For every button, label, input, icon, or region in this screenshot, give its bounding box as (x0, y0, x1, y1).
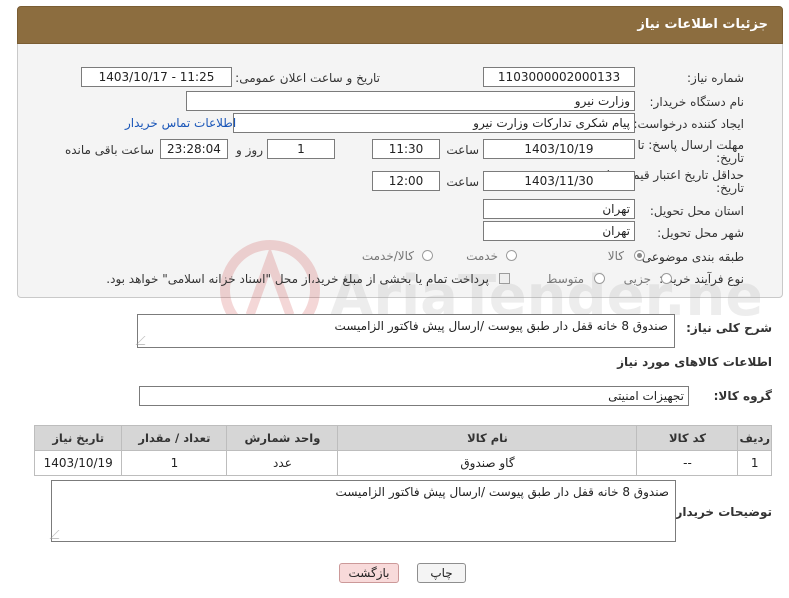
days-label: روز و (236, 143, 263, 157)
announce-datetime-field: 1403/10/17 - 11:25 (81, 67, 232, 87)
category-both-radio[interactable] (422, 250, 433, 261)
buyer-notes-label: توضیحات خریدار: (670, 505, 772, 519)
cell-unit: عدد (226, 450, 339, 476)
price-date-field: 1403/11/30 (483, 171, 635, 191)
buyer-notes-text: صندوق 8 خانه قفل دار طبق پیوست /ارسال پی… (335, 485, 669, 499)
remaining-time-label: ساعت باقی مانده (64, 143, 154, 157)
creator-label: ایجاد کننده درخواست: (633, 117, 744, 131)
category-both-label: کالا/خدمت (361, 249, 414, 263)
panel-header: جزئیات اطلاعات نیاز (17, 6, 783, 44)
treasury-payment-note: پرداخت تمام یا بخشی از مبلغ خرید،از محل … (106, 272, 489, 286)
process-medium-label: متوسط (546, 272, 584, 286)
reply-hour-label: ساعت (446, 143, 479, 157)
treasury-payment-checkbox[interactable] (499, 273, 510, 284)
process-medium-radio[interactable] (594, 273, 605, 284)
cell-date: 1403/10/19 (33, 450, 123, 476)
col-row: ردیف (737, 425, 772, 451)
description-text: صندوق 8 خانه قفل دار طبق پیوست /ارسال پی… (334, 319, 668, 333)
resize-handle-icon[interactable] (49, 530, 68, 539)
process-small-label: جزیی (623, 272, 651, 286)
description-label: شرح کلی نیاز: (686, 321, 772, 335)
reply-deadline-label: مهلت ارسال پاسخ: تا (637, 138, 744, 152)
cell-row: 1 (737, 450, 772, 476)
city-field: تهران (483, 221, 635, 241)
buyer-notes-textbox[interactable]: صندوق 8 خانه قفل دار طبق پیوست /ارسال پی… (49, 480, 676, 542)
reply-time-field: 11:30 (372, 139, 440, 159)
cell-code: -- (636, 450, 739, 476)
days-field: 1 (267, 139, 335, 159)
col-code: کد کالا (636, 425, 739, 451)
goods-group-label: گروه کالا: (713, 389, 772, 403)
province-label: استان محل تحویل: (649, 204, 744, 218)
cell-quantity: 1 (121, 450, 228, 476)
cell-name: گاو صندوق (337, 450, 638, 476)
price-time-field: 12:00 (372, 171, 440, 191)
need-number-field: 1103000002000133 (483, 67, 635, 87)
category-goods-radio[interactable] (634, 250, 645, 261)
col-date: تاریخ نیاز (33, 425, 123, 451)
goods-table-header: ردیف کد کالا نام کالا واحد شمارش تعداد /… (33, 425, 772, 451)
category-goods-label: کالا (607, 249, 624, 263)
city-label: شهر محل تحویل: (657, 226, 744, 240)
col-name: نام کالا (337, 425, 638, 451)
buyer-org-label: نام دستگاه خریدار: (649, 95, 745, 109)
goods-info-title: اطلاعات کالاهای مورد نیاز (617, 355, 772, 369)
reply-date-field: 1403/10/19 (483, 139, 635, 159)
process-small-radio[interactable] (661, 273, 672, 284)
category-service-label: خدمت (466, 249, 498, 263)
category-label: طبقه بندی موضوعی: (637, 250, 744, 264)
creator-field: پیام شکری تدارکات وزارت نیرو (233, 113, 635, 133)
price-hour-label: ساعت (446, 175, 479, 189)
table-row: 1 -- گاو صندوق عدد 1 1403/10/19 (33, 450, 772, 476)
col-quantity: تعداد / مقدار (121, 425, 228, 451)
reply-deadline-label-date: تاریخ: (716, 151, 744, 165)
col-unit: واحد شمارش (226, 425, 339, 451)
buyer-contact-link[interactable]: اطلاعات تماس خریدار (125, 116, 236, 130)
print-button[interactable]: چاپ (417, 563, 466, 583)
province-field: تهران (483, 199, 635, 219)
resize-handle-icon[interactable] (135, 336, 154, 345)
announce-datetime-label: تاریخ و ساعت اعلان عمومی: (235, 71, 380, 85)
buyer-org-field: وزارت نیرو (186, 91, 635, 111)
need-number-label: شماره نیاز: (687, 71, 744, 85)
price-deadline-label-date: تاریخ: (716, 181, 744, 195)
description-textbox[interactable]: صندوق 8 خانه قفل دار طبق پیوست /ارسال پی… (135, 314, 675, 348)
goods-table: ردیف کد کالا نام کالا واحد شمارش تعداد /… (33, 425, 772, 476)
remaining-time-field: 23:28:04 (160, 139, 228, 159)
back-button[interactable]: بازگشت (339, 563, 399, 583)
category-service-radio[interactable] (506, 250, 517, 261)
goods-group-field: تجهیزات امنیتی (139, 386, 689, 406)
panel-title: جزئیات اطلاعات نیاز (637, 17, 768, 32)
